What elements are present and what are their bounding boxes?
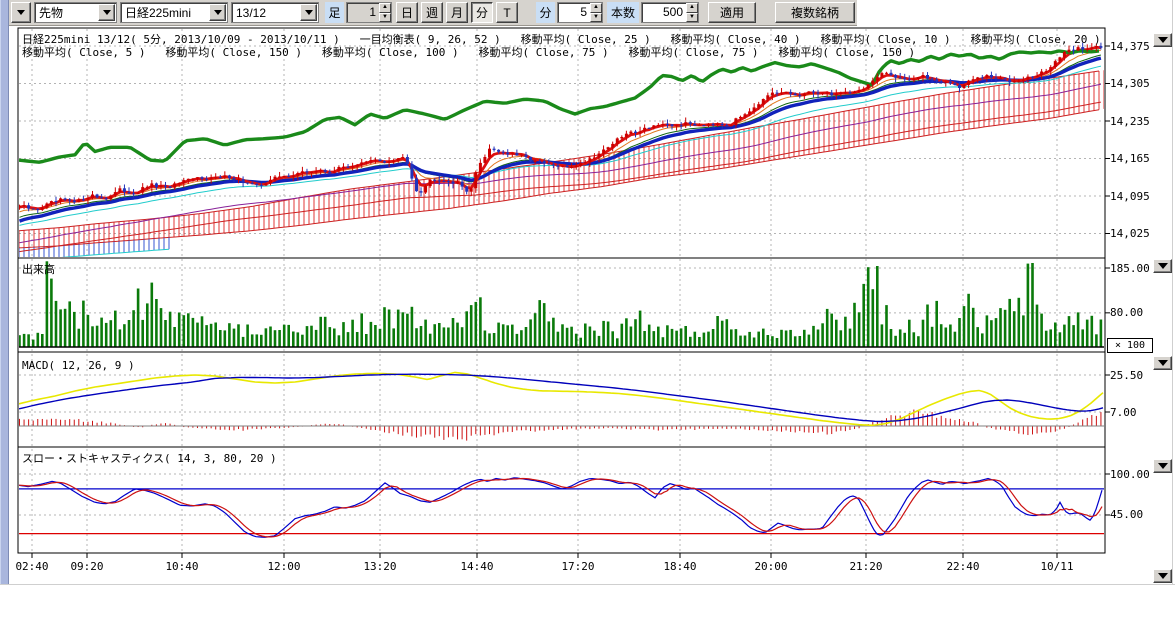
x-axis-label: 12:00 bbox=[262, 560, 306, 573]
x-axis-label: 13:20 bbox=[358, 560, 402, 573]
scroll-down-button[interactable] bbox=[1153, 259, 1172, 273]
y-axis-label: 45.00 bbox=[1110, 508, 1143, 521]
x-axis-label: 02:40 bbox=[10, 560, 54, 573]
chart-svg bbox=[0, 0, 1175, 585]
x-axis-label: 20:00 bbox=[749, 560, 793, 573]
chart-canvas[interactable] bbox=[0, 0, 1175, 585]
scroll-down-button[interactable] bbox=[1153, 459, 1172, 473]
trading-app-window: 先物 日経225mini 13/12 足 1 ▲▼ 日 週 月 分 T 分 5 … bbox=[0, 0, 1175, 640]
triangle-down-icon bbox=[1158, 573, 1168, 579]
y-axis-label: 14,025 bbox=[1110, 227, 1150, 240]
triangle-down-icon bbox=[1158, 263, 1168, 269]
y-axis-label: 14,165 bbox=[1110, 152, 1150, 165]
volume-multiplier-badge: × 100 bbox=[1107, 338, 1153, 353]
triangle-down-icon bbox=[1158, 37, 1168, 43]
chart-legend-line2: 移動平均( Close, 5 ) 移動平均( Close, 150 ) 移動平均… bbox=[22, 44, 915, 60]
scroll-down-button[interactable] bbox=[1153, 33, 1172, 47]
y-axis-label: 80.00 bbox=[1110, 306, 1143, 319]
x-axis-label: 18:40 bbox=[658, 560, 702, 573]
y-axis-label: 14,305 bbox=[1110, 77, 1150, 90]
volume-panel-label: 出来高 bbox=[22, 261, 55, 277]
x-axis-label: 21:20 bbox=[844, 560, 888, 573]
x-axis-label: 17:20 bbox=[556, 560, 600, 573]
x-axis-label: 09:20 bbox=[65, 560, 109, 573]
x-axis-label: 10/11 bbox=[1035, 560, 1079, 573]
macd-panel-label: MACD( 12, 26, 9 ) bbox=[22, 359, 135, 372]
x-axis-label: 22:40 bbox=[941, 560, 985, 573]
scroll-down-button[interactable] bbox=[1153, 356, 1172, 370]
triangle-down-icon bbox=[1158, 360, 1168, 366]
y-axis-label: 14,235 bbox=[1110, 115, 1150, 128]
y-axis-label: 25.50 bbox=[1110, 369, 1143, 382]
x-axis-label: 10:40 bbox=[160, 560, 204, 573]
y-axis-label: 7.00 bbox=[1110, 406, 1137, 419]
window-bottom-edge bbox=[0, 584, 1175, 585]
x-axis-label: 14:40 bbox=[455, 560, 499, 573]
window-right-edge bbox=[1172, 0, 1173, 585]
scroll-down-button[interactable] bbox=[1153, 569, 1172, 583]
triangle-down-icon bbox=[1158, 463, 1168, 469]
y-axis-label: 185.00 bbox=[1110, 262, 1150, 275]
y-axis-label: 14,095 bbox=[1110, 190, 1150, 203]
stochastics-panel-label: スロー・ストキャスティクス( 14, 3, 80, 20 ) bbox=[22, 450, 277, 466]
y-axis-label: 14,375 bbox=[1110, 40, 1150, 53]
y-axis-label: 100.00 bbox=[1110, 468, 1150, 481]
